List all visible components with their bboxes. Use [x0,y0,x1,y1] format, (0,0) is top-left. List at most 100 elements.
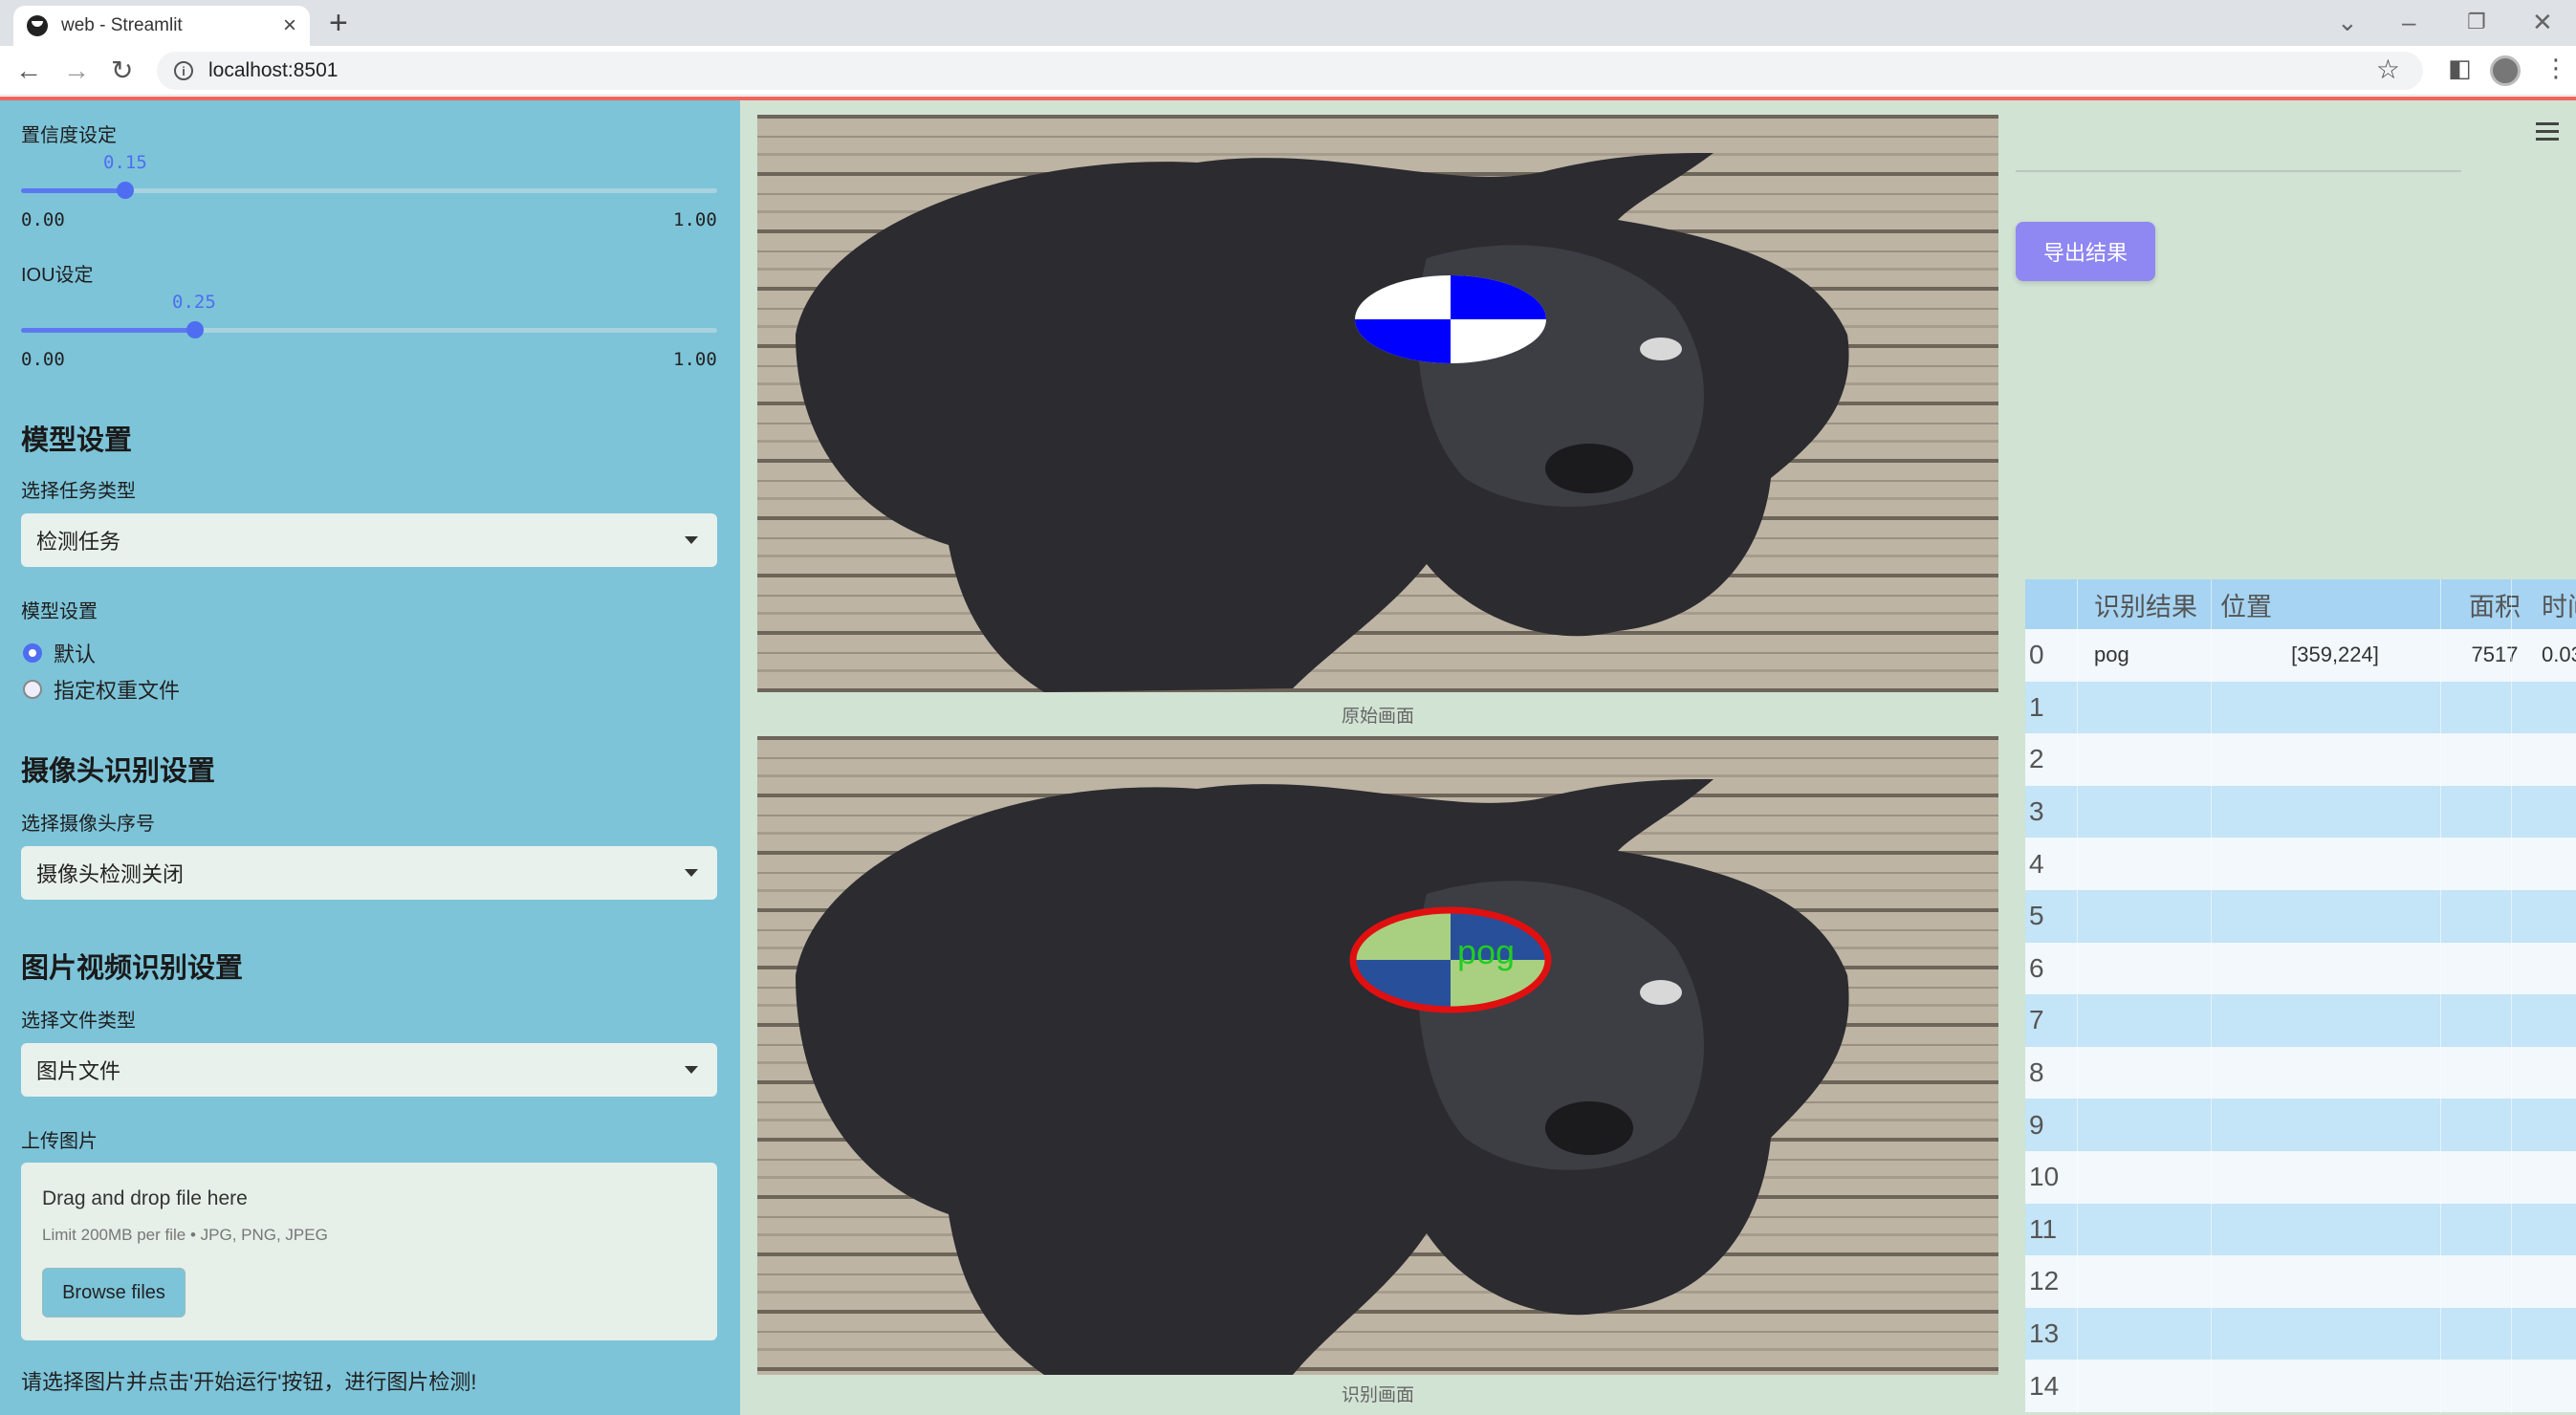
cell-time: 0.03 [2542,642,2576,667]
cell-class: pog [2094,642,2129,667]
table-row[interactable]: 9 [2025,1099,2576,1151]
row-index: 9 [2029,1109,2044,1140]
upload-label: 上传图片 [21,1131,98,1152]
row-index: 2 [2029,744,2044,774]
new-tab-icon[interactable]: + [329,4,348,42]
confidence-slider-fill [21,188,126,193]
table-row[interactable]: 4 [2025,838,2576,890]
close-window-icon[interactable]: ✕ [2532,6,2553,38]
iou-value: 0.25 [172,292,216,313]
header-time[interactable]: 时间 [2530,586,2576,623]
iou-slider[interactable] [21,321,717,338]
menu-dots-icon[interactable]: ⋮ [2543,54,2568,83]
row-index: 11 [2029,1213,2058,1244]
camera-select[interactable]: 摄像头检测关闭 [21,846,717,900]
header-position[interactable]: 位置 [2211,586,2459,623]
main-menu-icon[interactable] [2536,122,2559,145]
calibration-marker-icon [1355,275,1546,363]
table-row[interactable]: 1 [2025,681,2576,734]
browse-files-button[interactable]: Browse files [42,1268,186,1317]
row-index: 6 [2029,952,2044,983]
header-class[interactable]: 识别结果 [2077,586,2211,623]
table-row[interactable]: 0 pog [359,224] 7517 0.03 [2025,629,2576,682]
profile-avatar[interactable] [2490,55,2521,86]
instruction-hint: 请选择图片并点击'开始运行'按钮，进行图片检测! [21,1370,477,1394]
header-area[interactable]: 面积 [2459,586,2530,623]
table-row[interactable]: 5 [2025,889,2576,943]
url-field[interactable]: i localhost:8501 ☆ [157,52,2423,90]
task-type-select[interactable]: 检测任务 [21,513,717,567]
camera-index-label: 选择摄像头序号 [21,814,155,835]
address-bar: ← → ↻ i localhost:8501 ☆ ◧ ⋮ [0,46,2576,96]
result-image: pog [757,736,1998,1375]
confidence-value: 0.15 [103,152,147,173]
row-index: 7 [2029,1005,2044,1035]
confidence-max: 1.00 [673,209,717,230]
table-row[interactable]: 10 [2025,1150,2576,1204]
close-tab-icon[interactable]: × [283,12,296,39]
radio-default-label: 默认 [54,642,97,666]
chevron-down-icon [685,536,698,544]
table-row[interactable]: 6 [2025,942,2576,995]
column-divider [2440,579,2441,1413]
task-type-label: 选择任务类型 [21,481,136,502]
confidence-min: 0.00 [21,209,65,230]
table-row[interactable]: 11 [2025,1203,2576,1256]
table-row[interactable]: 8 [2025,1046,2576,1099]
table-row[interactable]: 14 [2025,1360,2576,1412]
row-index: 12 [2029,1266,2060,1296]
iou-slider-thumb[interactable] [186,321,204,338]
confidence-slider-thumb[interactable] [117,182,135,199]
row-index: 13 [2029,1318,2060,1349]
table-row[interactable]: 3 [2025,785,2576,838]
table-row[interactable]: 2 [2025,733,2576,786]
side-panel-icon[interactable]: ◧ [2448,54,2472,83]
row-index: 4 [2029,848,2044,879]
url-text: localhost:8501 [208,59,338,81]
row-index: 3 [2029,796,2044,827]
reload-icon[interactable]: ↻ [111,54,133,88]
tab-search-icon[interactable]: ⌄ [2337,6,2358,38]
iou-label: IOU设定 [21,265,94,286]
radio-selected-icon [23,643,42,663]
file-type-value: 图片文件 [36,1059,121,1083]
chevron-down-icon [685,869,698,877]
minimize-icon[interactable]: – [2402,6,2415,38]
browser-tab[interactable]: web - Streamlit × [13,6,310,46]
file-uploader-dropzone[interactable]: Drag and drop file here Limit 200MB per … [21,1163,717,1340]
task-type-value: 检测任务 [36,530,121,554]
chevron-down-icon [685,1066,698,1074]
back-icon[interactable]: ← [15,54,42,88]
confidence-slider[interactable] [21,182,717,199]
radio-default[interactable]: 默认 [23,638,96,668]
table-row[interactable]: 12 [2025,1255,2576,1308]
model-label: 模型设置 [21,601,98,622]
restore-icon[interactable]: ❐ [2467,6,2486,38]
row-index: 14 [2029,1370,2060,1401]
camera-value: 摄像头检测关闭 [36,862,185,886]
forward-icon[interactable]: → [63,54,90,88]
dog-photo-result: pog [757,736,1998,1375]
radio-custom-weights[interactable]: 指定权重文件 [23,674,180,705]
iou-max: 1.00 [673,349,717,370]
tab-title: web - Streamlit [61,15,183,35]
dog-photo-original [757,115,1998,692]
cell-area: 7517 [2471,642,2519,667]
detection-class-label: pog [1457,932,1515,971]
export-results-button[interactable]: 导出结果 [2016,222,2155,281]
streamlit-favicon-icon [27,15,48,36]
original-image [757,115,1998,692]
model-settings-heading: 模型设置 [21,425,133,456]
table-row[interactable]: 7 [2025,994,2576,1047]
divider [2016,170,2461,172]
site-info-icon[interactable]: i [174,61,193,80]
bookmark-star-icon[interactable]: ☆ [2376,54,2400,85]
row-index: 0 [2029,640,2044,670]
file-type-select[interactable]: 图片文件 [21,1043,717,1097]
file-settings-heading: 图片视频识别设置 [21,953,244,984]
table-row[interactable]: 13 [2025,1307,2576,1361]
row-index: 5 [2029,901,2044,931]
cell-position: [359,224] [2291,642,2379,667]
browser-tab-bar: web - Streamlit × + ⌄ – ❐ ✕ [0,0,2576,46]
result-caption: 识别画面 [1341,1385,1414,1405]
